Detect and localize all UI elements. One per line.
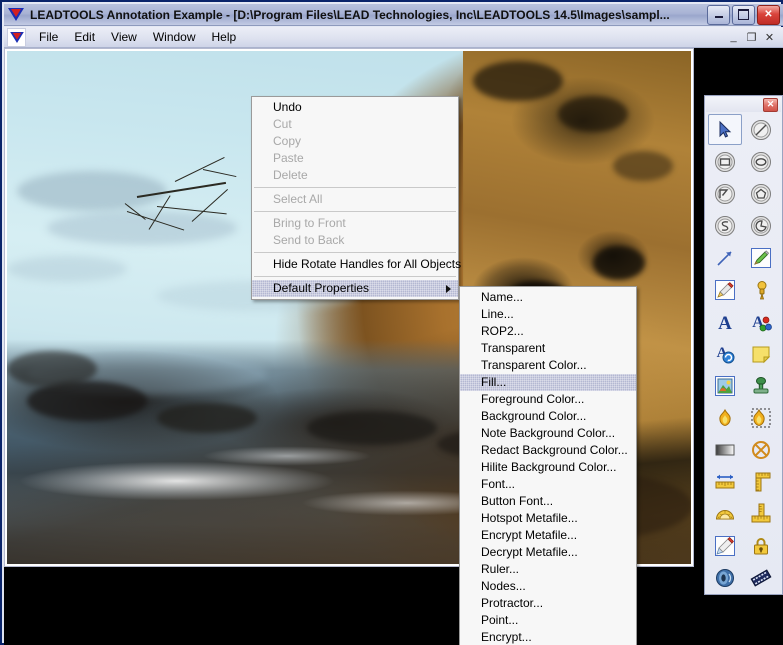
maximize-button[interactable] (732, 4, 755, 25)
text-rotate-tool[interactable]: A (708, 338, 742, 369)
closed-curve-tool[interactable] (744, 210, 778, 241)
close-button[interactable]: ✕ (757, 4, 780, 25)
document-icon[interactable] (7, 27, 26, 47)
rubber-stamp-tool[interactable] (744, 370, 778, 401)
submenu-item-point[interactable]: Point... (460, 612, 636, 629)
submenu-item-name[interactable]: Name... (460, 289, 636, 306)
highlighter-tool[interactable] (708, 274, 742, 305)
mdi-minimize-button[interactable]: _ (725, 30, 742, 45)
submenu-item-rop2[interactable]: ROP2... (460, 323, 636, 340)
submenu-item-hotspot-metafile[interactable]: Hotspot Metafile... (460, 510, 636, 527)
redact-tool[interactable] (744, 434, 778, 465)
edit-context-menu[interactable]: Undo Cut Copy Paste Delete Select All Br… (251, 96, 461, 300)
hotspot-select-tool[interactable] (744, 402, 778, 433)
encrypt-lock-tool[interactable] (744, 530, 778, 561)
submenu-item-hilite-background-color[interactable]: Hilite Background Color... (460, 459, 636, 476)
pointer-arrow-tool[interactable] (708, 242, 742, 273)
ruler-tool[interactable] (708, 466, 742, 497)
point-stamp-tool[interactable] (708, 530, 742, 561)
video-tool[interactable] (744, 562, 778, 593)
menu-edit[interactable]: Edit (66, 28, 103, 46)
leadtools-logo-icon (8, 7, 26, 23)
mdi-client-area: ✕ A A A Undo Cut Copy Paste Delete Selec… (4, 48, 783, 645)
submenu-item-note-background-color[interactable]: Note Background Color... (460, 425, 636, 442)
context-item-select-all: Select All (273, 192, 323, 206)
menu-file[interactable]: File (31, 28, 66, 46)
application-window: LEADTOOLS Annotation Example - [D:\Progr… (0, 0, 783, 645)
annotation-tool-palette: ✕ A A A (704, 95, 783, 595)
context-item-cut: Cut (273, 117, 292, 131)
mdi-close-button[interactable]: ✕ (761, 30, 778, 45)
minimize-button[interactable] (707, 4, 730, 25)
context-separator-2 (254, 211, 456, 212)
text-tool[interactable]: A (708, 306, 742, 337)
protractor-tool[interactable] (708, 498, 742, 529)
context-item-copy: Copy (273, 134, 302, 148)
context-item-default-properties[interactable]: Default Properties (252, 280, 458, 297)
window-title: LEADTOOLS Annotation Example - [D:\Progr… (30, 7, 670, 22)
submenu-item-decrypt-metafile[interactable]: Decrypt Metafile... (460, 544, 636, 561)
menu-view[interactable]: View (103, 28, 145, 46)
context-separator-4 (254, 276, 456, 277)
polygon-tool[interactable] (744, 178, 778, 209)
context-item-delete: Delete (273, 168, 308, 182)
submenu-item-ruler[interactable]: Ruler... (460, 561, 636, 578)
ellipse-tool[interactable] (744, 146, 778, 177)
context-item-bring-to-front: Bring to Front (273, 216, 346, 230)
menu-help[interactable]: Help (204, 28, 245, 46)
palette-close-icon[interactable]: ✕ (763, 97, 778, 112)
hotspot-tool[interactable] (708, 402, 742, 433)
submenu-item-protractor[interactable]: Protractor... (460, 595, 636, 612)
line-tool[interactable] (744, 114, 778, 145)
submenu-item-transparent[interactable]: Transparent (460, 340, 636, 357)
submenu-item-nodes[interactable]: Nodes... (460, 578, 636, 595)
gradient-fill-tool[interactable] (708, 434, 742, 465)
polyruler-tool[interactable] (744, 466, 778, 497)
context-separator-3 (254, 252, 456, 253)
text-color-tool[interactable]: A (744, 306, 778, 337)
title-bar: LEADTOOLS Annotation Example - [D:\Progr… (4, 4, 783, 26)
freehand-pencil-tool[interactable] (744, 242, 778, 273)
svg-text:A: A (718, 313, 732, 333)
context-item-undo[interactable]: Undo (252, 99, 458, 116)
curve-tool[interactable] (708, 210, 742, 241)
mdi-restore-button[interactable]: ❐ (743, 30, 760, 45)
menu-bar: File Edit View Window Help _ ❐ ✕ (4, 27, 783, 48)
default-properties-submenu[interactable]: Name... Line... ROP2... Transparent Tran… (459, 286, 637, 645)
submenu-item-foreground-color[interactable]: Foreground Color... (460, 391, 636, 408)
submenu-item-button-font[interactable]: Button Font... (460, 493, 636, 510)
palette-tool-grid: A A A (707, 114, 779, 593)
chevron-right-icon (446, 285, 451, 293)
mdi-child-controls: _ ❐ ✕ (725, 30, 778, 45)
submenu-item-font[interactable]: Font... (460, 476, 636, 493)
submenu-item-background-color[interactable]: Background Color... (460, 408, 636, 425)
context-item-send-to-back: Send to Back (273, 233, 345, 247)
stamp-pushpin-tool[interactable] (744, 274, 778, 305)
submenu-item-encrypt-metafile[interactable]: Encrypt Metafile... (460, 527, 636, 544)
submenu-item-transparent-color[interactable]: Transparent Color... (460, 357, 636, 374)
menu-bar-items: File Edit View Window Help (31, 28, 725, 46)
submenu-item-line[interactable]: Line... (460, 306, 636, 323)
measure-ruler-tool[interactable] (744, 498, 778, 529)
image-stamp-tool[interactable] (708, 370, 742, 401)
submenu-item-fill[interactable]: Fill... (460, 374, 636, 391)
menu-window[interactable]: Window (145, 28, 204, 46)
context-item-default-properties-label: Default Properties (273, 281, 370, 295)
context-item-hide-rotate-handles[interactable]: Hide Rotate Handles for All Objects (252, 256, 461, 273)
submenu-item-encrypt[interactable]: Encrypt... (460, 629, 636, 645)
window-controls: ✕ (707, 4, 780, 25)
audio-tool[interactable] (708, 562, 742, 593)
submenu-item-redact-background-color[interactable]: Redact Background Color... (460, 442, 636, 459)
select-pointer-tool[interactable] (707, 114, 742, 145)
context-item-paste: Paste (273, 151, 304, 165)
polyline-tool[interactable] (708, 178, 742, 209)
main-window-frame: LEADTOOLS Annotation Example - [D:\Progr… (0, 0, 783, 645)
note-tool[interactable] (744, 338, 778, 369)
palette-title-bar: ✕ (706, 97, 781, 112)
rectangle-tool[interactable] (708, 146, 742, 177)
context-separator-1 (254, 187, 456, 188)
